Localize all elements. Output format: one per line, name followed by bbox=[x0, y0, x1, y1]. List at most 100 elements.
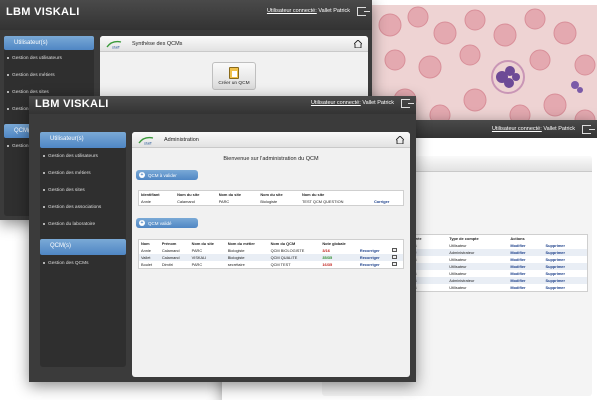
col-type: Type de compte bbox=[449, 236, 479, 241]
t1-cell-id: Annie bbox=[141, 199, 151, 204]
user-info-right: Utilisateur connecté: Vallet Patrick bbox=[492, 126, 575, 132]
sidebar-item-sites-front[interactable]: Gestion des sites bbox=[40, 182, 126, 199]
create-qcm-button[interactable]: Créer un QCM bbox=[212, 62, 256, 90]
col-actions: Actions bbox=[510, 236, 525, 241]
sidebar-item-associations-front[interactable]: Gestion des associations bbox=[40, 199, 126, 216]
modify-link[interactable]: Modifier bbox=[508, 249, 544, 256]
delete-link[interactable]: Supprimer bbox=[544, 284, 588, 292]
svg-text:staff: staff bbox=[144, 141, 152, 146]
cell-type: Administrateur bbox=[447, 277, 509, 284]
t2-col-action bbox=[358, 240, 391, 248]
print-icon[interactable] bbox=[390, 247, 403, 254]
delete-link[interactable]: Supprimer bbox=[544, 242, 588, 249]
top-bar-front: LBM VISKALI Utilisateur connecté: Vallet… bbox=[29, 96, 416, 114]
modify-link[interactable]: Modifier bbox=[508, 277, 544, 284]
user-label-front[interactable]: Utilisateur connecté: bbox=[311, 100, 361, 106]
sidebar-item-lab-front[interactable]: Gestion du laboratoire bbox=[40, 216, 126, 233]
table-row: Vallet Calamand VISKALI Biologiste QCM QUALI… bbox=[138, 254, 404, 261]
to-validate-table: Identifiant Nom du site Nom du site Nom … bbox=[138, 190, 404, 206]
validated-table: Nom Prénom Nom du site Nom du métier Nom… bbox=[138, 239, 404, 269]
t2-col-site: Nom du site bbox=[191, 241, 214, 246]
t1-col-site-4: Nom du site bbox=[301, 192, 325, 197]
correct-link[interactable]: Corriger bbox=[372, 198, 404, 206]
modify-link[interactable]: Modifier bbox=[508, 256, 543, 263]
recorrect-link[interactable]: Recorriger bbox=[358, 247, 391, 254]
cell-site: VISKALI bbox=[189, 254, 226, 261]
admin-panel: staff Administration Bienvenue sur l'adm… bbox=[132, 132, 410, 377]
modify-link[interactable]: Modifier bbox=[508, 270, 543, 277]
validated-table-body: Annie Calamand PARC Biologiste QCM BIOLOGIST… bbox=[138, 247, 404, 269]
delete-link[interactable]: Supprimer bbox=[543, 249, 588, 256]
delete-link[interactable]: Supprimer bbox=[543, 277, 588, 284]
t1-cell-2: PARC bbox=[218, 199, 230, 204]
logout-icon-front[interactable] bbox=[401, 99, 414, 108]
modify-link[interactable]: Modifier bbox=[508, 242, 543, 249]
cell-qcm: QCM TEST bbox=[270, 262, 291, 267]
screenshot-collage: LBM VISKALI Utilisateur connecté: Vallet… bbox=[0, 0, 597, 400]
logout-icon-right[interactable] bbox=[582, 125, 595, 134]
user-info-front: Utilisateur connecté: Vallet Patrick bbox=[311, 100, 394, 106]
t2-col-qcm: Nom du QCM bbox=[270, 241, 296, 246]
admin-panel-title: Administration bbox=[164, 137, 199, 143]
print-icon[interactable] bbox=[390, 254, 404, 261]
table-row: Boulet Dimitri PARC secrétaire QCM TEST 16/35… bbox=[139, 261, 404, 269]
home-icon-front[interactable] bbox=[396, 136, 404, 144]
user-name-right: Vallet Patrick bbox=[543, 126, 575, 132]
front-window: LBM VISKALI Utilisateur connecté: Vallet… bbox=[29, 96, 416, 382]
table-row: Annie Calamand PARC Biologiste TEST QCM … bbox=[139, 198, 404, 206]
cell-type: Administrateur bbox=[447, 249, 509, 256]
user-label-right[interactable]: Utilisateur connecté: bbox=[492, 126, 542, 132]
section-validated[interactable]: QCM validé bbox=[136, 218, 198, 228]
t2-col-metier: Nom du métier bbox=[227, 241, 255, 246]
t1-col-site-3: Nom du site bbox=[260, 192, 283, 197]
cell-site: PARC bbox=[191, 262, 203, 267]
logo-icon: staff bbox=[106, 40, 122, 50]
recorrect-link[interactable]: Recorriger bbox=[357, 254, 391, 261]
cell-type: Utilisateur bbox=[449, 243, 467, 248]
delete-link[interactable]: Supprimer bbox=[544, 270, 588, 277]
cell-nom: Boulet bbox=[141, 262, 153, 267]
delete-link[interactable]: Supprimer bbox=[544, 256, 588, 263]
sidebar-item-users[interactable]: Gestion des utilisateurs bbox=[4, 50, 94, 67]
logout-icon[interactable] bbox=[357, 7, 370, 16]
clipboard-icon bbox=[229, 67, 239, 79]
recorrect-link[interactable]: Recorriger bbox=[358, 261, 391, 269]
cell-prenom: Calamand bbox=[159, 254, 190, 261]
sidebar-item-users-front[interactable]: Gestion des utilisateurs bbox=[40, 148, 126, 165]
cell-qcm: QCM BIOLOGISTE bbox=[270, 248, 305, 253]
cell-site: PARC bbox=[191, 248, 203, 253]
cell-type: Utilisateur bbox=[449, 271, 467, 276]
cell-type: Utilisateur bbox=[449, 285, 467, 290]
cell-nom: Annie bbox=[141, 248, 151, 253]
modify-link[interactable]: Modifier bbox=[508, 263, 544, 270]
home-icon[interactable] bbox=[354, 40, 362, 48]
t1-cell-1: Calamand bbox=[177, 199, 195, 204]
t1-col-site-2: Nom du site bbox=[218, 192, 241, 197]
cell-type: Utilisateur bbox=[447, 263, 509, 270]
user-label[interactable]: Utilisateur connecté: bbox=[267, 8, 317, 14]
sidebar-item-jobs-front[interactable]: Gestion des métiers bbox=[40, 165, 126, 182]
sidebar-front: Utilisateur(s) Gestion des utilisateurs … bbox=[40, 132, 126, 367]
cell-prenom: Calamand bbox=[161, 248, 180, 253]
delete-link[interactable]: Supprimer bbox=[543, 263, 588, 270]
sidebar-item-jobs[interactable]: Gestion des métiers bbox=[4, 67, 94, 84]
app-title: LBM VISKALI bbox=[6, 6, 80, 18]
section-to-validate[interactable]: QCM à valider bbox=[136, 170, 198, 180]
t1-cell-4: TEST QCM QUESTION bbox=[301, 199, 344, 204]
t2-col-note: Note globale bbox=[322, 241, 346, 246]
sidebar-section-users-front[interactable]: Utilisateur(s) bbox=[40, 132, 126, 148]
print-icon[interactable] bbox=[390, 261, 403, 269]
sidebar-item-qcm-front[interactable]: Gestion des QCMs bbox=[40, 255, 126, 272]
sidebar-section-users[interactable]: Utilisateur(s) bbox=[4, 36, 94, 50]
svg-text:staff: staff bbox=[112, 45, 120, 50]
modify-link[interactable]: Modifier bbox=[508, 284, 543, 292]
cell-note: 35/35 bbox=[320, 254, 358, 261]
t1-col-id: Identifiant bbox=[141, 192, 160, 197]
user-name-front: Vallet Patrick bbox=[362, 100, 394, 106]
t1-cell-3: Biologiste bbox=[260, 199, 278, 204]
sidebar-section-qcm-front[interactable]: QCM(s) bbox=[40, 239, 126, 255]
cell-nom: Vallet bbox=[138, 254, 160, 261]
top-bar: LBM VISKALI Utilisateur connecté: Vallet… bbox=[0, 0, 372, 30]
cell-metier: Biologiste bbox=[227, 248, 245, 253]
admin-panel-header: staff Administration bbox=[132, 132, 410, 148]
